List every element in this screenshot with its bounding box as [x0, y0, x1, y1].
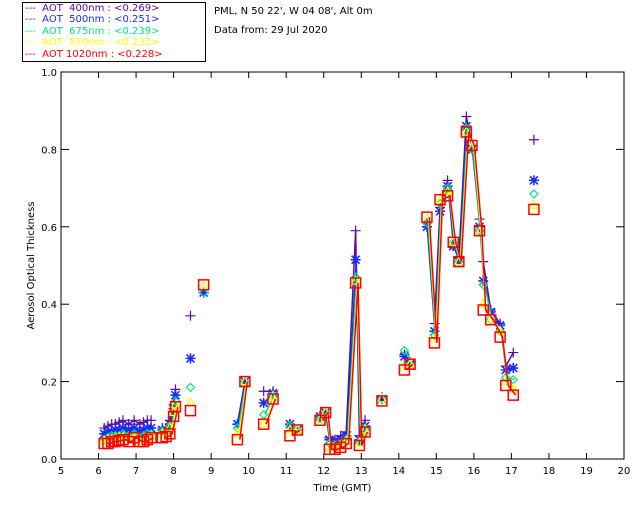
- x-tick-label: 7: [133, 466, 139, 477]
- star-marker: [258, 397, 269, 408]
- x-tick-label: 9: [208, 466, 214, 477]
- series-line: [104, 117, 534, 440]
- x-tick-label: 13: [355, 466, 368, 477]
- diamond-marker: [185, 382, 196, 393]
- plus-marker: [461, 111, 472, 122]
- x-tick-label: 6: [95, 466, 101, 477]
- y-tick-label: 0.0: [41, 455, 57, 466]
- series-line: [105, 128, 535, 445]
- plus-marker: [185, 310, 196, 321]
- x-tick-label: 12: [317, 466, 330, 477]
- y-tick-label: 0.6: [41, 223, 57, 234]
- x-tick-label: 15: [430, 466, 443, 477]
- series-AOT-1020nm: [98, 126, 540, 456]
- star-marker: [528, 175, 539, 186]
- y-tick-label: 0.2: [41, 378, 57, 389]
- series-AOT-870nm: [99, 125, 539, 451]
- triangle-marker: [185, 396, 196, 407]
- series-AOT-500nm: [99, 121, 539, 449]
- plus-marker: [258, 386, 269, 397]
- y-axis-label: Aerosol Optical Thickness: [26, 201, 37, 329]
- x-tick-label: 14: [392, 466, 405, 477]
- x-tick-label: 17: [505, 466, 518, 477]
- series-line: [105, 126, 535, 443]
- square-marker: [528, 203, 540, 216]
- diamond-marker: [529, 189, 539, 199]
- x-axis-label: Time (GMT): [313, 483, 372, 494]
- star-marker: [508, 363, 519, 374]
- y-tick-label: 0.8: [41, 145, 57, 156]
- y-tick-label: 1.0: [41, 68, 57, 79]
- x-tick-label: 19: [580, 466, 593, 477]
- star-marker: [350, 254, 361, 265]
- x-tick-label: 10: [242, 466, 255, 477]
- series-AOT-400nm: [99, 111, 539, 445]
- x-tick-label: 18: [543, 466, 556, 477]
- series-AOT-675nm: [99, 123, 539, 451]
- plus-marker: [508, 347, 519, 358]
- square-marker: [184, 404, 197, 417]
- series-line: [106, 132, 536, 447]
- x-tick-label: 8: [170, 466, 176, 477]
- plus-marker: [528, 134, 539, 145]
- plot-frame: [60, 71, 625, 460]
- plot-area: 5 6 7 8 9 10 11 12 13 14 15 16 17 18 19 20 0.0 0.2 0.4 0.6 0…: [26, 68, 631, 494]
- plus-marker: [350, 225, 361, 236]
- x-tick-label: 20: [618, 466, 631, 477]
- y-tick-label: 0.4: [41, 300, 57, 311]
- x-tick-label: 5: [58, 466, 64, 477]
- x-tick-label: 16: [467, 466, 480, 477]
- star-marker: [185, 353, 196, 364]
- chart: --- AOT 400nm : <0.269> --- AOT 500nm : …: [0, 0, 640, 512]
- x-tick-label: 11: [280, 466, 293, 477]
